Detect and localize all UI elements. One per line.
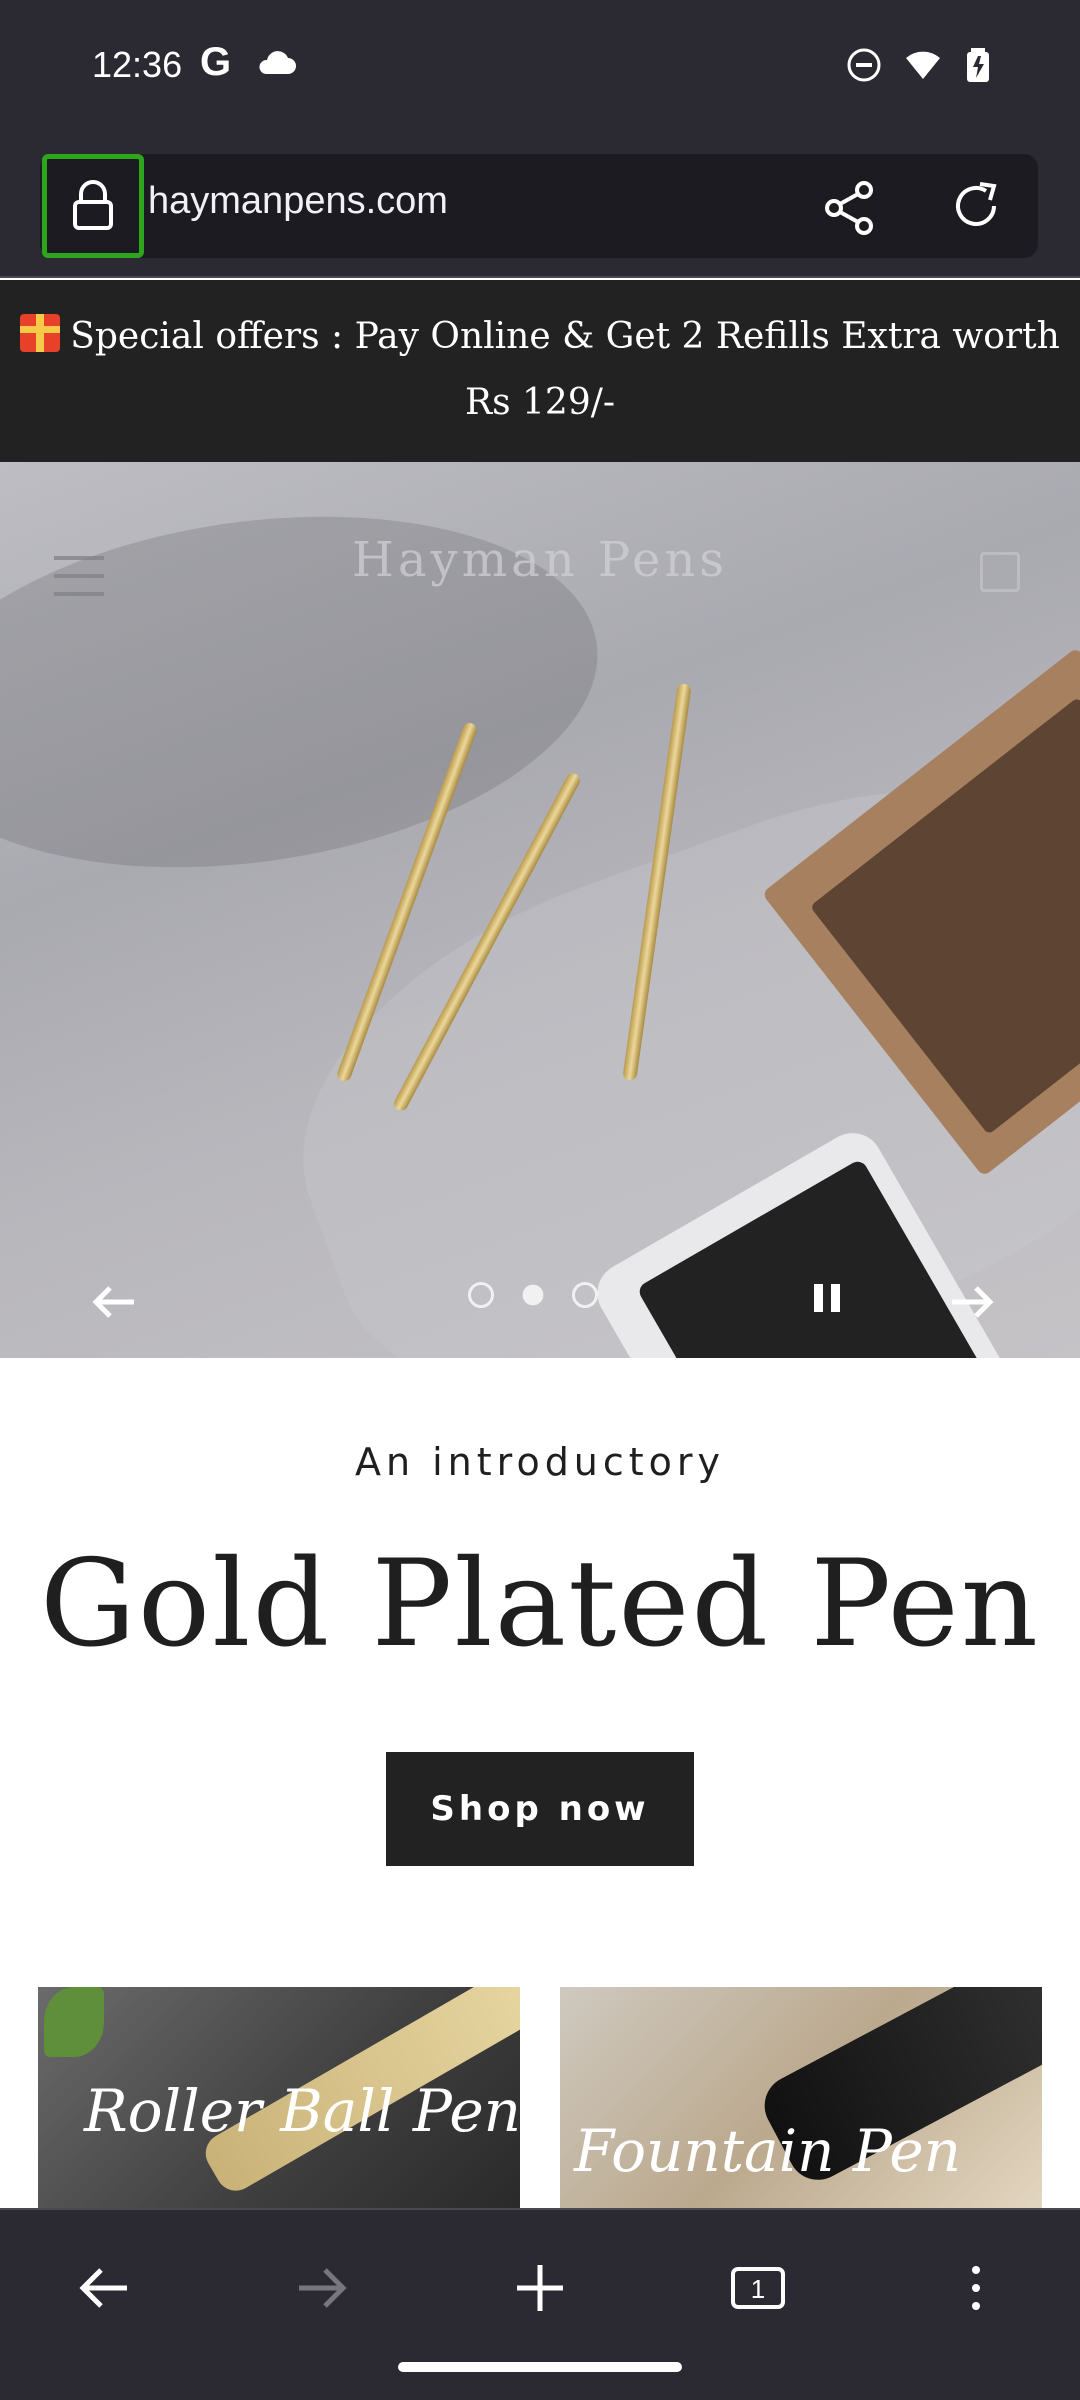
leaf-decoration: [44, 1987, 104, 2057]
new-tab-button[interactable]: [504, 2258, 576, 2318]
site-logo[interactable]: Hayman Pens: [0, 532, 1080, 588]
cloud-icon: [256, 50, 296, 80]
intro-title: Gold Plated Pen: [40, 1535, 1040, 1674]
slide-next-button[interactable]: [948, 1282, 998, 1322]
browser-toolbar: haymanpens.com: [0, 138, 1080, 278]
more-options-button[interactable]: [940, 2258, 1012, 2318]
lock-icon[interactable]: [42, 154, 144, 258]
announcement-bar: Special offers : Pay Online & Get 2 Refi…: [0, 280, 1080, 462]
cart-icon[interactable]: [980, 552, 1020, 592]
gift-icon: [20, 314, 61, 352]
wifi-icon: [904, 49, 942, 85]
slide-dots: [468, 1282, 598, 1308]
do-not-disturb-icon: [846, 47, 882, 87]
tabs-button[interactable]: 1: [722, 2258, 794, 2318]
status-icons: [846, 46, 994, 88]
slide-dot-1[interactable]: [468, 1282, 494, 1308]
category-card-roller-ball[interactable]: Roller Ball Pen: [38, 1987, 520, 2209]
tab-count: 1: [751, 2274, 765, 2304]
category-card-fountain[interactable]: Fountain Pen: [560, 1987, 1042, 2209]
url-text[interactable]: haymanpens.com: [148, 180, 448, 223]
share-icon[interactable]: [820, 178, 880, 238]
status-bar: 12:36 G: [0, 0, 1080, 138]
battery-icon: [964, 46, 994, 88]
status-time: 12:36: [92, 44, 183, 85]
hero-slideshow: Hayman Pens: [0, 462, 1080, 1358]
intro-subtitle: An introductory: [354, 1440, 726, 1484]
category-label: Roller Ball Pen: [84, 2077, 520, 2145]
reload-icon[interactable]: [946, 176, 1006, 236]
slide-dot-2[interactable]: [522, 1284, 544, 1306]
url-bar[interactable]: haymanpens.com: [40, 154, 1038, 258]
home-indicator[interactable]: [398, 2362, 682, 2372]
forward-button[interactable]: [286, 2258, 358, 2318]
shop-now-button[interactable]: Shop now: [386, 1752, 694, 1866]
google-icon: G: [200, 40, 232, 84]
back-button[interactable]: [68, 2258, 140, 2318]
announcement-text: Special offers : Pay Online & Get 2 Refi…: [70, 316, 1060, 423]
slide-dot-3[interactable]: [572, 1282, 598, 1308]
screen: 12:36 G haymanpens.com Special offers: …: [0, 0, 1080, 2400]
slide-previous-button[interactable]: [88, 1282, 138, 1322]
category-label: Fountain Pen: [574, 2117, 962, 2185]
pause-button[interactable]: [814, 1284, 840, 1312]
